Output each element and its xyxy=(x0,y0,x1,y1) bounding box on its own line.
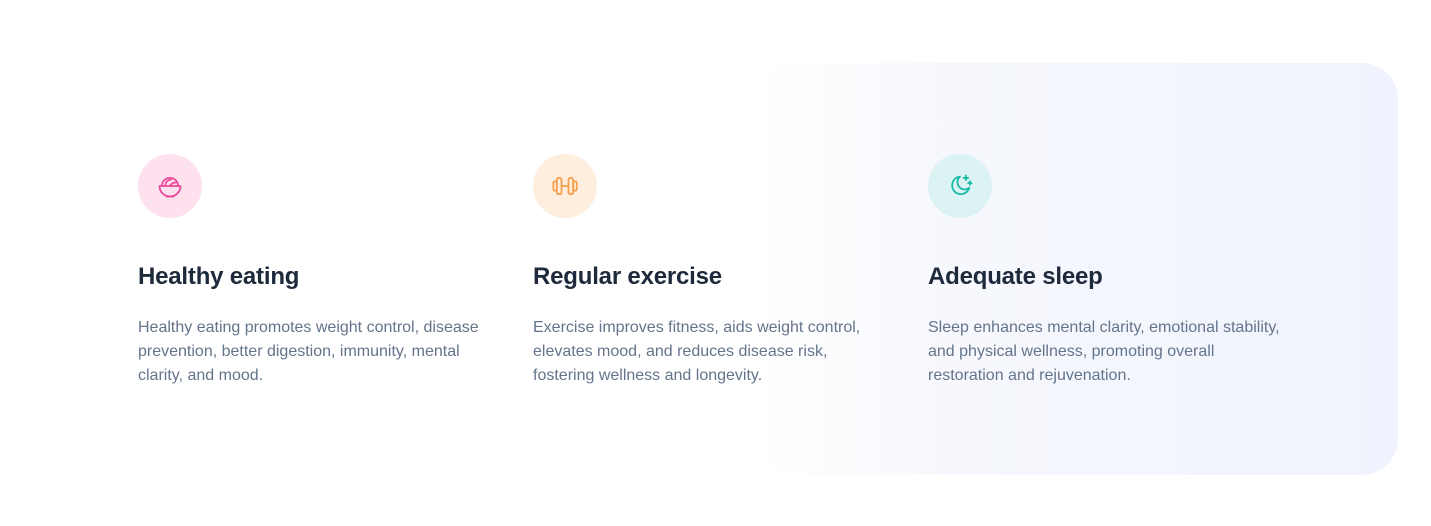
feature-adequate-sleep: Adequate sleep Sleep enhances mental cla… xyxy=(928,154,1323,388)
feature-description: Healthy eating promotes weight control, … xyxy=(138,319,479,384)
feature-title: Regular exercise xyxy=(533,263,722,290)
feature-title: Healthy eating xyxy=(138,263,300,290)
feature-description: Exercise improves fitness, aids weight c… xyxy=(533,319,861,384)
features-row: Healthy eating Healthy eating promotes w… xyxy=(138,154,1323,388)
feature-title: Adequate sleep xyxy=(928,263,1103,290)
feature-healthy-eating: Healthy eating Healthy eating promotes w… xyxy=(138,154,533,388)
feature-regular-exercise: Regular exercise Exercise improves fitne… xyxy=(533,154,928,388)
dumbbell-icon xyxy=(533,154,597,218)
moon-stars-icon xyxy=(928,154,992,218)
feature-description: Sleep enhances mental clarity, emotional… xyxy=(928,319,1280,384)
bowl-icon xyxy=(138,154,202,218)
